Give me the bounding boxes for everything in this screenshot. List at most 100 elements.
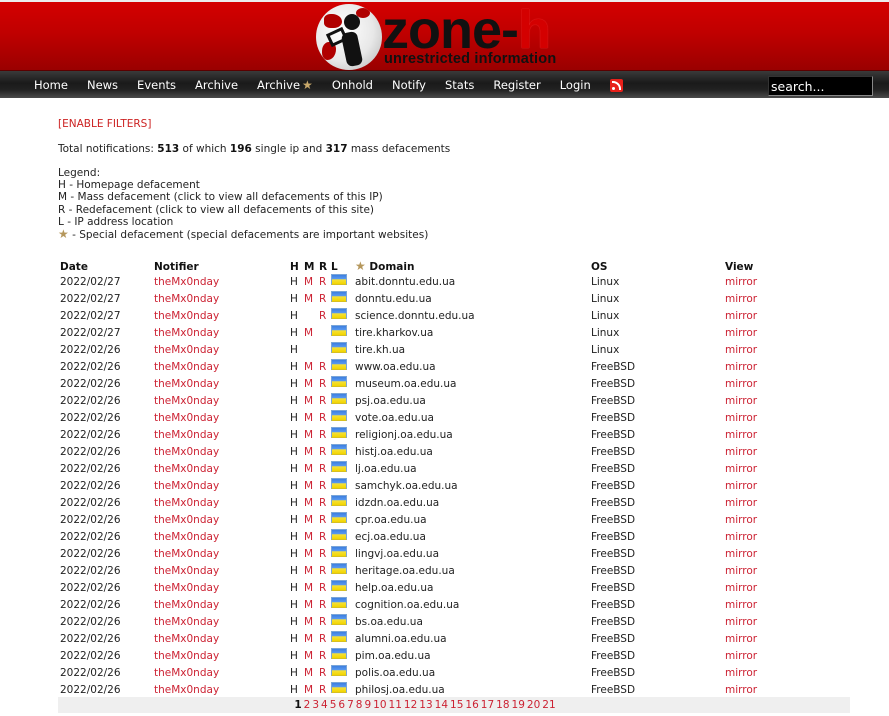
enable-filters-link[interactable]: [ENABLE FILTERS] bbox=[58, 118, 850, 130]
redefacement-link[interactable]: R bbox=[319, 531, 326, 543]
notifier-link[interactable]: theMx0nday bbox=[154, 650, 219, 662]
page-link[interactable]: 20 bbox=[527, 699, 540, 711]
nav-notify[interactable]: Notify bbox=[392, 78, 426, 92]
notifier-link[interactable]: theMx0nday bbox=[154, 667, 219, 679]
zone-h-logo[interactable]: zone-h unrestricted information bbox=[316, 3, 578, 71]
notifier-link[interactable]: theMx0nday bbox=[154, 361, 219, 373]
notifier-link[interactable]: theMx0nday bbox=[154, 497, 219, 509]
redefacement-link[interactable]: R bbox=[319, 310, 326, 322]
page-link[interactable]: 9 bbox=[364, 699, 371, 711]
rss-feed-link[interactable] bbox=[609, 78, 623, 92]
mass-defacement-link[interactable]: M bbox=[304, 548, 313, 560]
redefacement-link[interactable]: R bbox=[319, 412, 326, 424]
redefacement-link[interactable]: R bbox=[319, 633, 326, 645]
mirror-link[interactable]: mirror bbox=[725, 667, 757, 679]
notifier-link[interactable]: theMx0nday bbox=[154, 446, 219, 458]
mass-defacement-link[interactable]: M bbox=[304, 667, 313, 679]
mass-defacement-link[interactable]: M bbox=[304, 633, 313, 645]
page-link[interactable]: 7 bbox=[347, 699, 354, 711]
mass-defacement-link[interactable]: M bbox=[304, 395, 313, 407]
redefacement-link[interactable]: R bbox=[319, 293, 326, 305]
nav-stats[interactable]: Stats bbox=[445, 78, 474, 92]
nav-news[interactable]: News bbox=[87, 78, 118, 92]
notifier-link[interactable]: theMx0nday bbox=[154, 633, 219, 645]
mass-defacement-link[interactable]: M bbox=[304, 514, 313, 526]
redefacement-link[interactable]: R bbox=[319, 667, 326, 679]
mirror-link[interactable]: mirror bbox=[725, 633, 757, 645]
redefacement-link[interactable]: R bbox=[319, 446, 326, 458]
mass-defacement-link[interactable]: M bbox=[304, 582, 313, 594]
mass-defacement-link[interactable]: M bbox=[304, 650, 313, 662]
mirror-link[interactable]: mirror bbox=[725, 310, 757, 322]
mirror-link[interactable]: mirror bbox=[725, 378, 757, 390]
notifier-link[interactable]: theMx0nday bbox=[154, 293, 219, 305]
nav-events[interactable]: Events bbox=[137, 78, 176, 92]
page-link[interactable]: 11 bbox=[389, 699, 402, 711]
mass-defacement-link[interactable]: M bbox=[304, 446, 313, 458]
nav-login[interactable]: Login bbox=[560, 78, 591, 92]
mass-defacement-link[interactable]: M bbox=[304, 497, 313, 509]
notifier-link[interactable]: theMx0nday bbox=[154, 480, 219, 492]
mirror-link[interactable]: mirror bbox=[725, 582, 757, 594]
mirror-link[interactable]: mirror bbox=[725, 293, 757, 305]
redefacement-link[interactable]: R bbox=[319, 463, 326, 475]
page-link[interactable]: 6 bbox=[338, 699, 345, 711]
nav-archive[interactable]: Archive bbox=[195, 78, 238, 92]
page-link[interactable]: 14 bbox=[435, 699, 448, 711]
redefacement-link[interactable]: R bbox=[319, 276, 326, 288]
nav-home[interactable]: Home bbox=[34, 78, 68, 92]
redefacement-link[interactable]: R bbox=[319, 582, 326, 594]
notifier-link[interactable]: theMx0nday bbox=[154, 582, 219, 594]
mirror-link[interactable]: mirror bbox=[725, 446, 757, 458]
redefacement-link[interactable]: R bbox=[319, 429, 326, 441]
nav-register[interactable]: Register bbox=[493, 78, 540, 92]
notifier-link[interactable]: theMx0nday bbox=[154, 327, 219, 339]
mirror-link[interactable]: mirror bbox=[725, 616, 757, 628]
notifier-link[interactable]: theMx0nday bbox=[154, 412, 219, 424]
page-link[interactable]: 21 bbox=[542, 699, 555, 711]
mass-defacement-link[interactable]: M bbox=[304, 480, 313, 492]
redefacement-link[interactable]: R bbox=[319, 616, 326, 628]
mass-defacement-link[interactable]: M bbox=[304, 412, 313, 424]
redefacement-link[interactable]: R bbox=[319, 599, 326, 611]
notifier-link[interactable]: theMx0nday bbox=[154, 395, 219, 407]
nav-special-archive[interactable]: Archive ★ bbox=[257, 78, 313, 92]
search-input[interactable] bbox=[768, 76, 873, 96]
mirror-link[interactable]: mirror bbox=[725, 463, 757, 475]
page-link[interactable]: 3 bbox=[312, 699, 319, 711]
mirror-link[interactable]: mirror bbox=[725, 565, 757, 577]
redefacement-link[interactable]: R bbox=[319, 378, 326, 390]
mirror-link[interactable]: mirror bbox=[725, 327, 757, 339]
notifier-link[interactable]: theMx0nday bbox=[154, 599, 219, 611]
page-link[interactable]: 16 bbox=[465, 699, 478, 711]
mass-defacement-link[interactable]: M bbox=[304, 429, 313, 441]
notifier-link[interactable]: theMx0nday bbox=[154, 429, 219, 441]
mass-defacement-link[interactable]: M bbox=[304, 378, 313, 390]
notifier-link[interactable]: theMx0nday bbox=[154, 616, 219, 628]
mirror-link[interactable]: mirror bbox=[725, 480, 757, 492]
notifier-link[interactable]: theMx0nday bbox=[154, 344, 219, 356]
mirror-link[interactable]: mirror bbox=[725, 429, 757, 441]
mirror-link[interactable]: mirror bbox=[725, 395, 757, 407]
mass-defacement-link[interactable]: M bbox=[304, 293, 313, 305]
mass-defacement-link[interactable]: M bbox=[304, 684, 313, 696]
redefacement-link[interactable]: R bbox=[319, 548, 326, 560]
mass-defacement-link[interactable]: M bbox=[304, 599, 313, 611]
mirror-link[interactable]: mirror bbox=[725, 531, 757, 543]
mirror-link[interactable]: mirror bbox=[725, 276, 757, 288]
mirror-link[interactable]: mirror bbox=[725, 650, 757, 662]
redefacement-link[interactable]: R bbox=[319, 395, 326, 407]
mirror-link[interactable]: mirror bbox=[725, 684, 757, 696]
redefacement-link[interactable]: R bbox=[319, 497, 326, 509]
mirror-link[interactable]: mirror bbox=[725, 599, 757, 611]
mass-defacement-link[interactable]: M bbox=[304, 361, 313, 373]
notifier-link[interactable]: theMx0nday bbox=[154, 684, 219, 696]
mass-defacement-link[interactable]: M bbox=[304, 565, 313, 577]
notifier-link[interactable]: theMx0nday bbox=[154, 378, 219, 390]
page-link[interactable]: 10 bbox=[373, 699, 386, 711]
page-link[interactable]: 15 bbox=[450, 699, 463, 711]
mirror-link[interactable]: mirror bbox=[725, 344, 757, 356]
mirror-link[interactable]: mirror bbox=[725, 361, 757, 373]
page-link[interactable]: 2 bbox=[304, 699, 311, 711]
notifier-link[interactable]: theMx0nday bbox=[154, 276, 219, 288]
